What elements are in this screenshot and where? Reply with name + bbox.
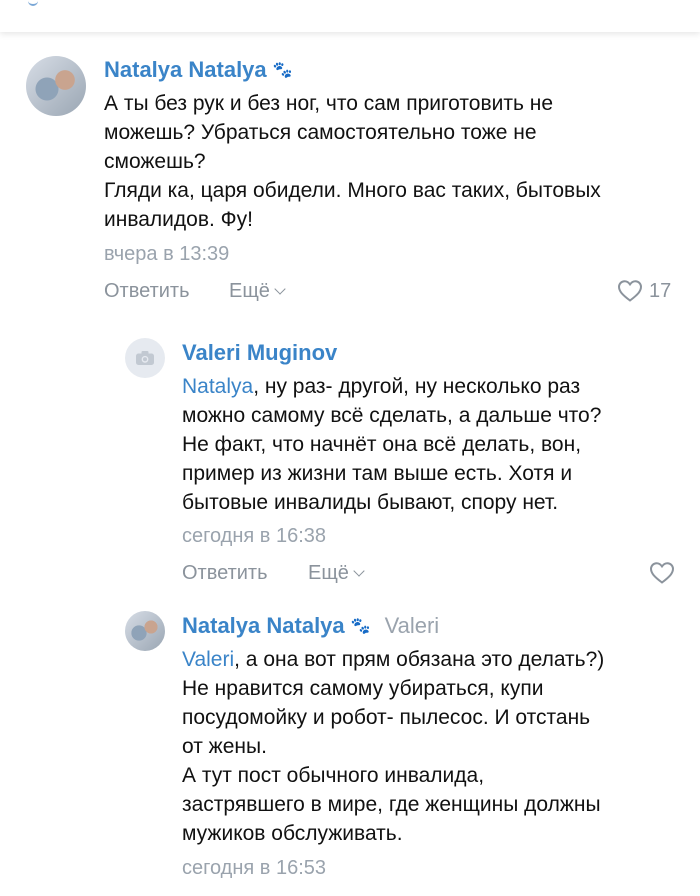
heart-icon — [617, 280, 643, 302]
comment-line: застрявшего в мире, где женщины должны — [182, 793, 601, 816]
comment-line: инвалидов. Фу! — [104, 208, 253, 231]
top-bar-edge-mark — [28, 0, 38, 6]
comment-text: Valeri, а она вот прям обязана это делат… — [182, 645, 604, 848]
mention-link[interactable]: Natalya — [182, 375, 253, 398]
avatar[interactable] — [125, 611, 165, 651]
comment-time: сегодня в 16:53 — [182, 857, 326, 879]
comment-line: посудомойку и робот- пылесос. И отстань — [182, 706, 591, 729]
chevron-down-icon — [353, 565, 365, 577]
reply-button[interactable]: Ответить — [104, 280, 190, 303]
chevron-down-icon — [274, 283, 286, 295]
paw-icon: 🐾 — [350, 618, 371, 635]
comment-line: Natalya, ну раз- другой, ну несколько ра… — [182, 372, 601, 401]
comment-line: Гляди ка, царя обидели. Много вас таких,… — [104, 179, 601, 202]
comment-line-rest: , а она вот прям обязана это делать?) — [234, 648, 605, 671]
reply-to-name[interactable]: Valeri — [385, 613, 440, 638]
more-button[interactable]: Ещё — [308, 562, 365, 585]
like-button[interactable]: 17 — [617, 279, 671, 303]
like-count: 17 — [649, 279, 672, 302]
comment-line: можешь? Убраться самостоятельно тоже не — [104, 121, 537, 144]
camera-icon — [136, 351, 154, 365]
more-button[interactable]: Ещё — [229, 280, 286, 303]
author-name[interactable]: Natalya Natalya — [182, 613, 345, 638]
comment-line: можно самому всё сделать, а дальше что? — [182, 404, 602, 427]
author-name[interactable]: Natalya Natalya — [104, 57, 267, 82]
comment-line: Не нравится самому убираться, купи — [182, 677, 544, 700]
like-button[interactable] — [649, 561, 675, 585]
comment-line: пример из жизни там выше есть. Хотя и — [182, 462, 573, 485]
comment-line-rest: , ну раз- другой, ну несколько раз — [253, 375, 581, 398]
avatar[interactable] — [125, 338, 165, 378]
comment-line: от жены. — [182, 735, 267, 758]
top-bar — [0, 0, 700, 32]
comment-line: бытовые инвалиды бывают, спору нет. — [182, 491, 559, 514]
comment-line: Не факт, что начнёт она всё делать, вон, — [182, 433, 582, 456]
more-label: Ещё — [308, 562, 349, 584]
paw-icon: 🐾 — [272, 62, 293, 79]
comment-text: А ты без рук и без ног, что сам приготов… — [104, 89, 601, 234]
heart-icon — [649, 562, 675, 584]
comment-author[interactable]: Natalya Natalya 🐾 Valeri — [182, 613, 439, 639]
comment-time: сегодня в 16:38 — [182, 525, 326, 547]
comment-line: Valeri, а она вот прям обязана это делат… — [182, 645, 604, 674]
comment-author[interactable]: Valeri Muginov — [182, 340, 337, 366]
reply-button[interactable]: Ответить — [182, 562, 268, 585]
comment-line: мужиков обслуживать. — [182, 822, 403, 845]
avatar[interactable] — [26, 56, 86, 116]
comment-line: сможешь? — [104, 150, 206, 173]
comment-line: А тут пост обычного инвалида, — [182, 764, 485, 787]
more-label: Ещё — [229, 280, 270, 302]
comment-text: Natalya, ну раз- другой, ну несколько ра… — [182, 372, 601, 517]
comment-time: вчера в 13:39 — [104, 243, 230, 265]
mention-link[interactable]: Valeri — [182, 648, 234, 671]
comment-author[interactable]: Natalya Natalya 🐾 — [104, 57, 293, 83]
comment-line: А ты без рук и без ног, что сам приготов… — [104, 92, 554, 115]
